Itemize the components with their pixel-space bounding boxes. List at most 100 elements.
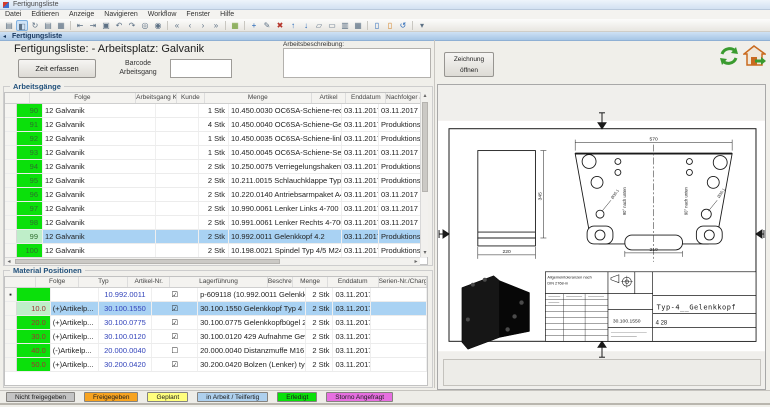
revert-icon[interactable]: ↺ — [397, 20, 409, 31]
table-row[interactable]: 100 12 Galvanik 2 Stk 10.198.0021 Spinde… — [5, 244, 427, 258]
header-cell[interactable]: Menge — [205, 93, 312, 103]
image-icon[interactable]: ▦ — [229, 20, 241, 31]
search-icon[interactable]: ◎ — [139, 20, 151, 31]
table-row[interactable]: 50.0 (+)Artikelp... 30.200.0420 ☑ 30.200… — [5, 358, 427, 372]
header-cell[interactable]: Enddatum — [328, 277, 379, 287]
scroll-up-icon[interactable]: ▴ — [421, 92, 429, 100]
refresh-view-icon[interactable]: ↻ — [29, 20, 41, 31]
legend-freigegeben[interactable]: Freigegeben — [84, 392, 139, 402]
table-row[interactable]: 93 12 Galvanik 1 Stk 10.450.0045 OC6SA-S… — [5, 146, 427, 160]
nav-first-icon[interactable]: « — [171, 20, 183, 31]
move-down-icon[interactable]: ↓ — [300, 20, 312, 31]
legend-erledigt[interactable]: Erledigt — [277, 392, 317, 402]
menu-item[interactable]: Hilfe — [215, 11, 239, 18]
lagerfuehrung-checkbox[interactable]: ☑ — [152, 288, 198, 301]
menu-item[interactable]: Workflow — [143, 11, 182, 18]
paste-orange-icon[interactable]: ▯ — [384, 20, 396, 31]
undo-icon[interactable]: ↶ — [113, 20, 125, 31]
menu-item[interactable]: Navigieren — [99, 11, 142, 18]
refresh-icon[interactable] — [718, 45, 740, 72]
copy-icon[interactable]: ▱ — [313, 20, 325, 31]
lagerfuehrung-checkbox[interactable]: ☑ — [152, 358, 198, 371]
edit-icon[interactable]: ✎ — [261, 20, 273, 31]
redo-icon[interactable]: ↷ — [126, 20, 138, 31]
legend-storno[interactable]: Storno Angefragt — [326, 392, 393, 402]
toolbar-separator[interactable] — [223, 20, 228, 31]
lagerfuehrung-checkbox[interactable]: ☑ — [152, 330, 198, 343]
header-cell[interactable]: Typ — [79, 277, 128, 287]
lagerfuehrung-checkbox[interactable]: ☑ — [152, 302, 198, 315]
lagerfuehrung-checkbox[interactable]: ☑ — [152, 316, 198, 329]
lagerfuehrung-checkbox[interactable]: ☐ — [152, 344, 198, 357]
move-up-icon[interactable]: ↑ — [287, 20, 299, 31]
table-row[interactable]: 20.0 (+)Artikelp... 30.100.0775 ☑ 30.100… — [5, 316, 427, 330]
table-row[interactable]: 90 12 Galvanik 1 Stk 10.450.0030 OC6SA-S… — [5, 104, 427, 118]
scrollbar-thumb[interactable] — [422, 102, 428, 192]
go-first-icon[interactable]: ⇤ — [74, 20, 86, 31]
delete-icon[interactable]: ✖ — [274, 20, 286, 31]
table-row[interactable]: 98 12 Galvanik 2 Stk 10.991.0061 Lenker … — [5, 216, 427, 230]
legend-nicht-freigegeben[interactable]: Nicht freigegeben — [6, 392, 75, 402]
save-icon[interactable]: ▣ — [100, 20, 112, 31]
header-cell[interactable]: Enddatum — [346, 93, 386, 103]
list-view-icon[interactable]: ▤ — [42, 20, 54, 31]
table-row[interactable]: 40.0 (-)Artikelp... 20.000.0040 ☐ 20.000… — [5, 344, 427, 358]
header-cell[interactable]: Artikel — [312, 93, 347, 103]
header-cell[interactable]: Artikel-Nr. — [128, 277, 170, 287]
toolbar-separator[interactable] — [365, 20, 370, 31]
horizontal-scrollbar[interactable]: ◂ ▸ — [5, 257, 420, 265]
print-icon[interactable]: ▤ — [3, 20, 15, 31]
vertical-scrollbar[interactable]: ▴ ▾ — [420, 92, 428, 257]
more-icon[interactable]: ▾ — [416, 20, 428, 31]
search-again-icon[interactable]: ◉ — [152, 20, 164, 31]
tab-fertigungsliste[interactable]: Fertigungsliste — [0, 32, 770, 41]
header-cell[interactable] — [5, 93, 30, 103]
header-cell[interactable]: Folge — [30, 93, 137, 103]
scroll-right-icon[interactable]: ▸ — [412, 258, 420, 266]
menu-item[interactable]: Editieren — [26, 11, 64, 18]
toolbar-separator[interactable] — [68, 20, 73, 31]
properties-icon[interactable]: ▭ — [326, 20, 338, 31]
table-row[interactable]: ▪ 10.992.0011 ☑ p-609118 (10.992.0011 Ge… — [5, 288, 427, 302]
header-cell[interactable]: Menge — [293, 277, 327, 287]
table-row[interactable]: 99 12 Galvanik 2 Stk 10.992.0011 Gelenkk… — [5, 230, 427, 244]
table-row[interactable]: 30.0 (+)Artikelp... 30.100.0120 ☑ 30.100… — [5, 330, 427, 344]
table-row[interactable]: 10.0 (+)Artikelp... 30.100.1550 ☑ 30.100… — [5, 302, 427, 316]
tab-collapse-icon[interactable]: ◂ — [3, 34, 9, 40]
table-row[interactable]: 91 12 Galvanik 4 Stk 10.450.0040 OC6SA-S… — [5, 118, 427, 132]
table-icon[interactable]: ▦ — [352, 20, 364, 31]
menu-item[interactable]: Datei — [0, 11, 26, 18]
header-cell[interactable]: Folge — [36, 277, 80, 287]
columns-icon[interactable]: ▥ — [339, 20, 351, 31]
toolbar-separator[interactable] — [165, 20, 170, 31]
scrollbar-thumb[interactable] — [15, 259, 280, 264]
add-icon[interactable]: + — [248, 20, 260, 31]
nav-last-icon[interactable]: » — [210, 20, 222, 31]
go-last-icon[interactable]: ⇥ — [87, 20, 99, 31]
legend-geplant[interactable]: Geplant — [147, 392, 188, 402]
arbeitsbeschreibung-textarea[interactable] — [283, 48, 431, 78]
toolbar-separator[interactable] — [242, 20, 247, 31]
header-cell[interactable]: Lagerführung — [170, 277, 268, 287]
table-row[interactable]: 95 12 Galvanik 2 Stk 10.211.0015 Schlauc… — [5, 174, 427, 188]
paste-blue-icon[interactable]: ▯ — [371, 20, 383, 31]
header-cell[interactable]: Kunde — [177, 93, 205, 103]
nav-prev-icon[interactable]: ‹ — [184, 20, 196, 31]
header-cell[interactable]: Arbeitsgang Kurzbeschreibung — [136, 93, 177, 103]
nav-next-icon[interactable]: › — [197, 20, 209, 31]
zeichnung-oeffnen-button[interactable]: Zeichnung öffnen — [444, 52, 494, 77]
drawing-viewer[interactable]: 220 345 — [437, 84, 766, 390]
zeit-erfassen-button[interactable]: Zeit erfassen — [18, 59, 96, 78]
legend-in-arbeit[interactable]: in Arbeit / Teilfertig — [197, 392, 268, 402]
menu-item[interactable]: Fenster — [181, 11, 215, 18]
home-export-icon[interactable] — [743, 45, 766, 73]
header-cell[interactable]: Serien-Nr./Charge — [379, 277, 427, 287]
header-cell[interactable]: Beschreibung — [268, 277, 293, 287]
scroll-down-icon[interactable]: ▾ — [421, 249, 429, 257]
table-row[interactable]: 92 12 Galvanik 1 Stk 10.450.0035 OC6SA-S… — [5, 132, 427, 146]
toolbar-separator[interactable] — [410, 20, 415, 31]
table-row[interactable]: 97 12 Galvanik 2 Stk 10.990.0061 Lenker … — [5, 202, 427, 216]
table-row[interactable]: 96 12 Galvanik 2 Stk 10.220.0140 Antrieb… — [5, 188, 427, 202]
preview-icon[interactable]: ◧ — [16, 20, 28, 31]
header-cell[interactable] — [5, 277, 36, 287]
